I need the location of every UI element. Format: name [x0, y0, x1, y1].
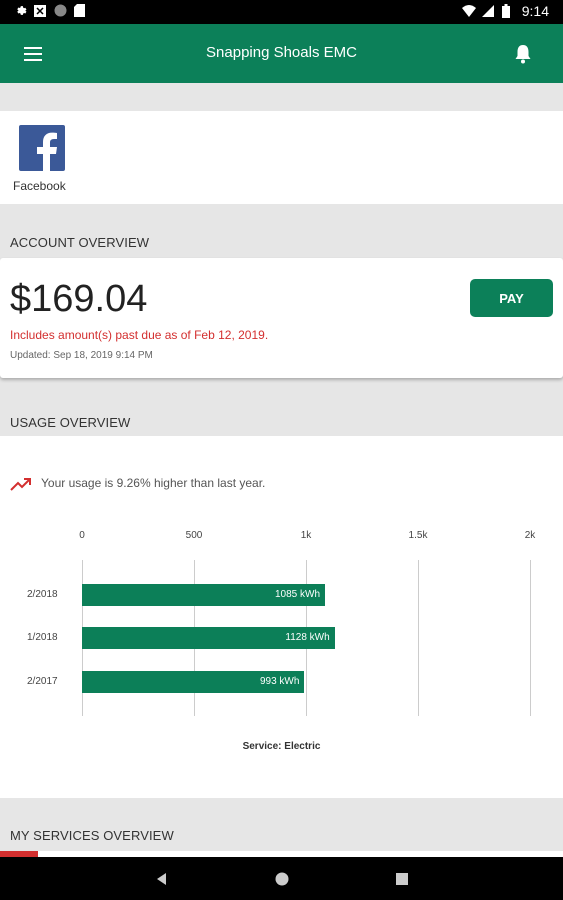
facebook-icon[interactable] [19, 125, 65, 171]
app-title: Snapping Shoals EMC [206, 44, 357, 61]
home-icon[interactable] [273, 870, 291, 888]
gridline [418, 560, 419, 716]
usage-overview-card: Your usage is 9.26% higher than last yea… [0, 436, 563, 798]
usage-comparison-text: Your usage is 9.26% higher than last yea… [41, 476, 266, 490]
category-label: 1/2018 [27, 632, 58, 643]
usage-bar-chart: 0 500 1k 1.5k 2k 2/2018 1085 kWh 1/2018 1128 kWh… [0, 526, 563, 766]
bar-value-label: 1085 kWh [275, 589, 321, 600]
social-links-card: Facebook [0, 111, 563, 204]
sd-card-icon [74, 4, 86, 18]
category-label: 2/2018 [27, 589, 58, 600]
recents-icon[interactable] [393, 870, 411, 888]
x-tick-label: 1k [300, 530, 312, 541]
status-bar: 9:14 [0, 0, 563, 24]
x-tick-label: 2k [524, 530, 536, 541]
account-overview-heading: ACCOUNT OVERVIEW [10, 235, 150, 250]
bar-value-label: 1128 kWh [285, 632, 330, 643]
usage-bar[interactable]: 1128 kWh [82, 627, 335, 649]
facebook-label: Facebook [13, 179, 66, 193]
wifi-icon [461, 4, 476, 18]
settings-icon [14, 4, 27, 18]
bell-icon[interactable] [511, 42, 535, 66]
back-icon[interactable] [153, 870, 171, 888]
x-tick-label: 0 [79, 530, 85, 541]
trending-up-icon [10, 476, 32, 492]
chart-caption: Service: Electric [242, 741, 321, 752]
battery-icon [501, 4, 514, 18]
bar-value-label: 993 kWh [259, 676, 300, 687]
x-tick-label: 1.5k [408, 530, 428, 541]
updated-timestamp: Updated: Sep 18, 2019 9:14 PM [10, 350, 153, 361]
pay-button[interactable]: PAY [470, 279, 553, 317]
app-bar: Snapping Shoals EMC [0, 24, 563, 83]
usage-bar[interactable]: 993 kWh [82, 671, 305, 693]
navigation-bar [0, 857, 563, 900]
usage-overview-heading: USAGE OVERVIEW [10, 415, 131, 430]
notification-icon [34, 4, 46, 18]
my-services-heading: MY SERVICES OVERVIEW [10, 828, 174, 843]
category-label: 2/2017 [27, 676, 58, 687]
account-overview-card: $169.04 Includes amount(s) past due as o… [0, 258, 563, 378]
balance-amount: $169.04 [10, 278, 148, 320]
gridline [530, 560, 531, 716]
record-icon [54, 4, 67, 18]
clock: 9:14 [521, 3, 549, 19]
signal-icon [481, 4, 494, 18]
x-tick-label: 500 [185, 530, 203, 541]
past-due-notice: Includes amount(s) past due as of Feb 12… [10, 328, 269, 342]
usage-bar[interactable]: 1085 kWh [82, 584, 326, 606]
